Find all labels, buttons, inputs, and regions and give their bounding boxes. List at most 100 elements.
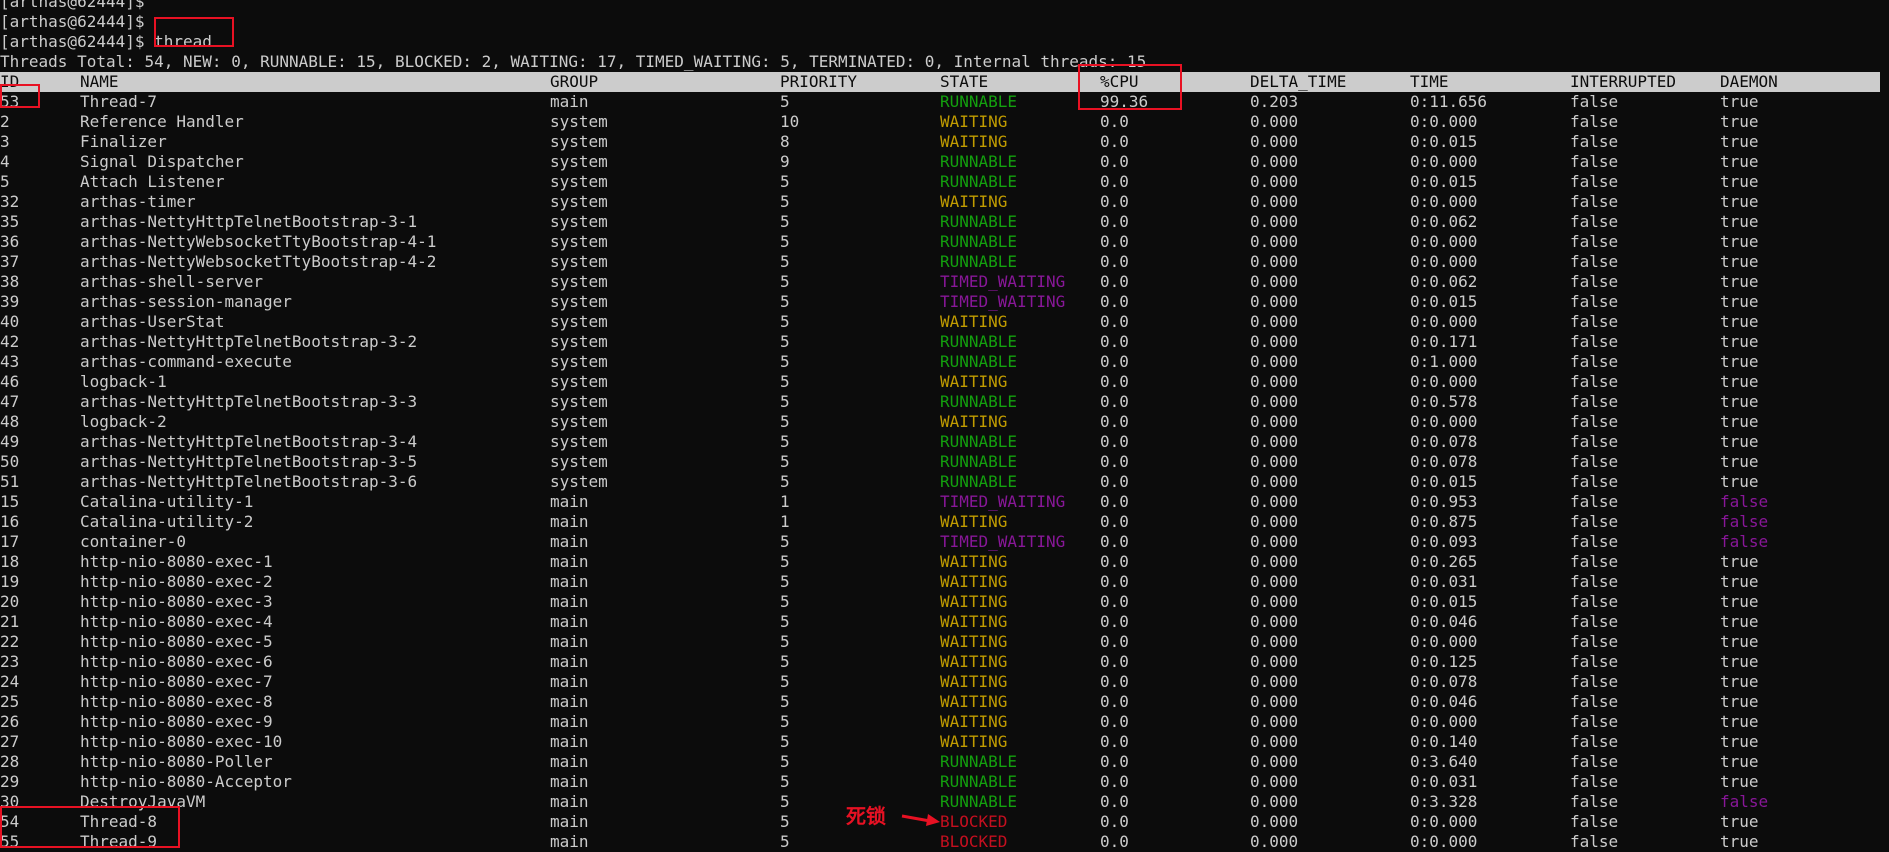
- thread-name: Catalina-utility-2: [80, 512, 254, 531]
- thread-name: Reference Handler: [80, 112, 244, 131]
- thread-time: 0:0.000: [1410, 152, 1478, 171]
- thread-priority: 5: [780, 432, 790, 451]
- thread-group: main: [550, 612, 589, 631]
- table-row: 42 arthas-NettyHttpTelnetBootstrap-3-2 sys…: [0, 332, 1889, 352]
- thread-daemon: true: [1720, 752, 1759, 771]
- thread-delta-time: 0.000: [1250, 552, 1299, 571]
- thread-state: WAITING: [940, 412, 1008, 431]
- table-row: 35 arthas-NettyHttpTelnetBootstrap-3-1 sys…: [0, 212, 1889, 232]
- thread-delta-time: 0.000: [1250, 632, 1299, 651]
- thread-state: RUNNABLE: [940, 772, 1018, 791]
- thread-time: 0:0.000: [1410, 712, 1478, 731]
- thread-id: 16: [0, 512, 20, 531]
- thread-state: WAITING: [940, 712, 1008, 731]
- header-id: ID: [0, 72, 20, 91]
- thread-group: main: [550, 552, 589, 571]
- thread-name: DestroyJavaVM: [80, 792, 206, 811]
- thread-state: BLOCKED: [940, 812, 1008, 831]
- thread-interrupted: false: [1570, 832, 1619, 851]
- thread-state: WAITING: [940, 132, 1008, 151]
- table-row: 23 http-nio-8080-exec-6 main 5 WAITING 0.0 0.0…: [0, 652, 1889, 672]
- thread-priority: 5: [780, 212, 790, 231]
- thread-name: arthas-NettyWebsocketTtyBootstrap-4-1: [80, 232, 437, 251]
- thread-interrupted: false: [1570, 752, 1619, 771]
- thread-group: main: [550, 572, 589, 591]
- thread-state: WAITING: [940, 612, 1008, 631]
- thread-daemon: true: [1720, 572, 1759, 591]
- thread-name: http-nio-8080-Poller: [80, 752, 273, 771]
- thread-state: WAITING: [940, 312, 1008, 331]
- thread-interrupted: false: [1570, 372, 1619, 391]
- thread-state: TIMED_WAITING: [940, 292, 1066, 311]
- thread-delta-time: 0.000: [1250, 772, 1299, 791]
- header-state: STATE: [940, 72, 989, 91]
- thread-group: main: [550, 732, 589, 751]
- table-row: 30 DestroyJavaVM main 5 RUNNABLE 0.0 0.000 0:3.…: [0, 792, 1889, 812]
- thread-cpu: 0.0: [1100, 812, 1129, 831]
- thread-delta-time: 0.000: [1250, 292, 1299, 311]
- thread-id: 5: [0, 172, 10, 191]
- thread-interrupted: false: [1570, 452, 1619, 471]
- thread-id: 38: [0, 272, 20, 291]
- thread-daemon: true: [1720, 172, 1759, 191]
- thread-id: 54: [0, 812, 20, 831]
- thread-priority: 5: [780, 792, 790, 811]
- thread-delta-time: 0.000: [1250, 352, 1299, 371]
- thread-daemon: true: [1720, 392, 1759, 411]
- thread-state: RUNNABLE: [940, 432, 1018, 451]
- thread-time: 0:0.265: [1410, 552, 1478, 571]
- thread-name: http-nio-8080-exec-9: [80, 712, 273, 731]
- thread-id: 53: [0, 92, 20, 111]
- thread-daemon: true: [1720, 812, 1759, 831]
- thread-group: system: [550, 472, 608, 491]
- thread-delta-time: 0.000: [1250, 612, 1299, 631]
- thread-time: 0:0.000: [1410, 252, 1478, 271]
- thread-name: arthas-NettyHttpTelnetBootstrap-3-4: [80, 432, 418, 451]
- thread-name: arthas-NettyHttpTelnetBootstrap-3-3: [80, 392, 418, 411]
- thread-interrupted: false: [1570, 672, 1619, 691]
- thread-state: BLOCKED: [940, 832, 1008, 851]
- thread-group: system: [550, 252, 608, 271]
- thread-delta-time: 0.000: [1250, 192, 1299, 211]
- thread-time: 0:0.062: [1410, 272, 1478, 291]
- thread-daemon: false: [1720, 792, 1769, 811]
- thread-group: system: [550, 152, 608, 171]
- thread-time: 0:0.078: [1410, 672, 1478, 691]
- thread-name: arthas-session-manager: [80, 292, 292, 311]
- thread-interrupted: false: [1570, 312, 1619, 331]
- thread-time: 0:0.000: [1410, 112, 1478, 131]
- thread-daemon: true: [1720, 692, 1759, 711]
- thread-group: system: [550, 172, 608, 191]
- thread-delta-time: 0.000: [1250, 692, 1299, 711]
- thread-time: 0:0.000: [1410, 192, 1478, 211]
- arrow-icon: [901, 814, 940, 826]
- thread-id: 42: [0, 332, 20, 351]
- thread-cpu: 0.0: [1100, 612, 1129, 631]
- thread-time: 0:0.140: [1410, 732, 1478, 751]
- thread-interrupted: false: [1570, 112, 1619, 131]
- table-row: 43 arthas-command-execute system 5 RUNNABLE 0…: [0, 352, 1889, 372]
- thread-delta-time: 0.000: [1250, 572, 1299, 591]
- thread-time: 0:0.078: [1410, 432, 1478, 451]
- thread-cpu: 0.0: [1100, 172, 1129, 191]
- thread-daemon: true: [1720, 92, 1759, 111]
- thread-group: system: [550, 132, 608, 151]
- thread-name: arthas-NettyHttpTelnetBootstrap-3-5: [80, 452, 418, 471]
- thread-state: RUNNABLE: [940, 252, 1018, 271]
- thread-name: arthas-UserStat: [80, 312, 225, 331]
- table-row: 32 arthas-timer system 5 WAITING 0.0 0.000 0:0.…: [0, 192, 1889, 212]
- thread-priority: 5: [780, 632, 790, 651]
- table-row: 39 arthas-session-manager system 5 TIMED_WAI…: [0, 292, 1889, 312]
- thread-name: http-nio-8080-exec-2: [80, 572, 273, 591]
- thread-name: http-nio-8080-exec-7: [80, 672, 273, 691]
- thread-state: WAITING: [940, 632, 1008, 651]
- terminal-output[interactable]: [arthas@62444]$ [arthas@62444]$ [arthas@…: [0, 0, 1889, 852]
- thread-daemon: false: [1720, 532, 1769, 551]
- thread-priority: 10: [780, 112, 800, 131]
- thread-delta-time: 0.000: [1250, 432, 1299, 451]
- table-row: 18 http-nio-8080-exec-1 main 5 WAITING 0.0 0.0…: [0, 552, 1889, 572]
- thread-name: Thread-9: [80, 832, 158, 851]
- thread-interrupted: false: [1570, 252, 1619, 271]
- thread-name: arthas-command-execute: [80, 352, 292, 371]
- thread-state: RUNNABLE: [940, 452, 1018, 471]
